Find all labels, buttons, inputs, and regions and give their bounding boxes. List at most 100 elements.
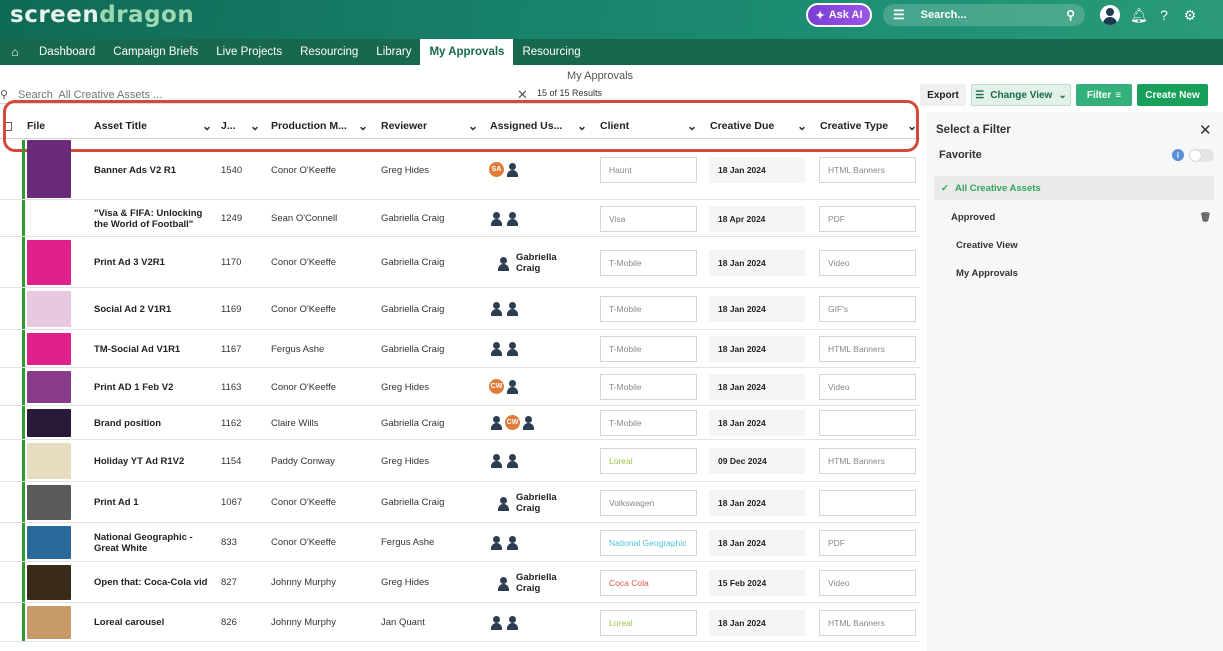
asset-title[interactable]: Print Ad 1 (94, 482, 212, 523)
asset-thumbnail[interactable] (27, 203, 71, 234)
help-icon[interactable]: ? (1156, 7, 1172, 23)
creative-type-field[interactable]: Video (819, 570, 916, 596)
creative-due-field[interactable]: 18 Jan 2024 (709, 157, 805, 183)
table-row[interactable]: Holiday YT Ad R1V2 1154 Paddy Conway Greg H… (0, 440, 920, 482)
creative-type-field[interactable]: PDF (819, 206, 916, 232)
creative-type-field[interactable]: HTML Banners (819, 157, 916, 183)
table-row[interactable]: "Visa & FIFA: Unlocking the World of Foo… (0, 200, 920, 237)
asset-search-input[interactable] (18, 88, 498, 101)
assigned-users[interactable]: Gabriella Craig (496, 492, 576, 514)
client-field[interactable]: Visa (600, 206, 697, 232)
table-row[interactable]: Print AD 1 Feb V2 1163 Conor O'Keeffe Greg … (0, 368, 920, 406)
filter-item-my-approvals[interactable]: My Approvals (934, 261, 1214, 285)
nav-item-library[interactable]: Library (367, 39, 420, 65)
asset-thumbnail[interactable] (27, 443, 71, 479)
table-row[interactable]: Print Ad 1 1067 Conor O'Keeffe Gabriella Cr… (0, 482, 920, 523)
assigned-users[interactable]: CW (489, 415, 536, 430)
assigned-users[interactable]: CW (489, 379, 520, 394)
table-row[interactable]: Social Ad 2 V1R1 1169 Conor O'Keeffe Gabrie… (0, 288, 920, 330)
app-logo[interactable]: screendragon (10, 2, 194, 28)
creative-type-field[interactable]: Video (819, 250, 916, 276)
table-row[interactable]: Open that: Coca-Cola vid 827 Johnny Murphy… (0, 562, 920, 603)
filter-button[interactable]: Filter ≡ (1076, 84, 1132, 106)
assigned-users[interactable] (489, 301, 520, 316)
asset-thumbnail[interactable] (27, 526, 71, 559)
asset-title[interactable]: Print Ad 3 V2R1 (94, 237, 212, 288)
creative-type-field[interactable]: PDF (819, 530, 916, 556)
creative-type-field[interactable] (819, 490, 916, 516)
gear-icon[interactable]: ⚙ (1182, 7, 1198, 24)
asset-thumbnail[interactable] (27, 240, 71, 285)
table-row[interactable]: National Geographic - Great White 833 Cono… (0, 523, 920, 562)
client-field[interactable]: Loreal (600, 448, 697, 474)
asset-title[interactable]: "Visa & FIFA: Unlocking the World of Foo… (94, 200, 212, 237)
home-icon[interactable]: ⌂ (0, 39, 30, 65)
client-field[interactable]: T-Mobile (600, 336, 697, 362)
client-field[interactable]: T-Mobile (600, 410, 697, 436)
asset-thumbnail[interactable] (27, 140, 71, 198)
asset-title[interactable]: Banner Ads V2 R1 (94, 140, 212, 200)
creative-type-field[interactable]: Video (819, 374, 916, 400)
nav-item-live-projects[interactable]: Live Projects (207, 39, 291, 65)
menu-icon[interactable]: ☰ (893, 7, 905, 23)
asset-thumbnail[interactable] (27, 409, 71, 437)
assigned-users[interactable] (489, 211, 520, 226)
ask-ai-button[interactable]: ✦ Ask AI (806, 3, 872, 27)
filter-item-creative-view[interactable]: Creative View (934, 233, 1214, 257)
global-search[interactable]: ☰ Search... ⚲ (883, 4, 1085, 26)
table-row[interactable]: Banner Ads V2 R1 1540 Conor O'Keeffe Greg H… (0, 140, 920, 200)
export-button[interactable]: Export (920, 84, 966, 106)
asset-title[interactable]: TM-Social Ad V1R1 (94, 330, 212, 368)
client-field[interactable]: Haunt (600, 157, 697, 183)
client-field[interactable]: Loreal (600, 610, 697, 636)
assigned-users[interactable] (489, 341, 520, 356)
assigned-users[interactable]: Gabriella Craig (496, 252, 576, 274)
close-icon[interactable]: ✕ (1199, 121, 1212, 139)
change-view-button[interactable]: ☰ Change View ⌄ (971, 84, 1071, 106)
asset-title[interactable]: Print AD 1 Feb V2 (94, 368, 212, 406)
assigned-users[interactable]: SA (489, 162, 520, 177)
nav-item-resourcing-2[interactable]: Resourcing (513, 39, 589, 65)
creative-due-field[interactable]: 18 Jan 2024 (709, 530, 805, 556)
creative-due-field[interactable]: 18 Jan 2024 (709, 610, 805, 636)
asset-title[interactable]: National Geographic - Great White (94, 523, 212, 562)
asset-title[interactable]: Open that: Coca-Cola vid (94, 562, 212, 603)
favorite-toggle[interactable] (1189, 149, 1214, 162)
assigned-users[interactable]: Gabriella Craig (496, 572, 576, 594)
assigned-users[interactable] (489, 615, 520, 630)
nav-item-dashboard[interactable]: Dashboard (30, 39, 104, 65)
trash-icon[interactable]: 🗑︎ (1200, 212, 1211, 223)
info-icon[interactable]: i (1172, 149, 1184, 161)
creative-due-field[interactable]: 18 Jan 2024 (709, 296, 805, 322)
user-avatar-icon[interactable] (1100, 5, 1120, 25)
asset-thumbnail[interactable] (27, 565, 71, 600)
client-field[interactable]: Coca Cola (600, 570, 697, 596)
creative-due-field[interactable]: 18 Apr 2024 (709, 206, 805, 232)
assigned-users[interactable] (489, 535, 520, 550)
creative-due-field[interactable]: 18 Jan 2024 (709, 374, 805, 400)
creative-due-field[interactable]: 18 Jan 2024 (709, 250, 805, 276)
table-row[interactable]: Print Ad 3 V2R1 1170 Conor O'Keeffe Gabriel… (0, 237, 920, 288)
creative-due-field[interactable]: 18 Jan 2024 (709, 490, 805, 516)
create-new-button[interactable]: Create New (1137, 84, 1208, 106)
asset-thumbnail[interactable] (27, 485, 71, 520)
client-field[interactable]: T-Mobile (600, 296, 697, 322)
creative-due-field[interactable]: 18 Jan 2024 (709, 410, 805, 436)
creative-due-field[interactable]: 15 Feb 2024 (709, 570, 805, 596)
client-field[interactable]: Volkswagen (600, 490, 697, 516)
creative-type-field[interactable]: HTML Banners (819, 336, 916, 362)
nav-item-campaign-briefs[interactable]: Campaign Briefs (104, 39, 207, 65)
table-row[interactable]: TM-Social Ad V1R1 1167 Fergus Ashe Gabriell… (0, 330, 920, 368)
filter-item-all-creative-assets[interactable]: ✓ All Creative Assets (934, 176, 1214, 200)
nav-item-my-approvals[interactable]: My Approvals (420, 39, 514, 65)
creative-due-field[interactable]: 18 Jan 2024 (709, 336, 805, 362)
creative-type-field[interactable]: GIF's (819, 296, 916, 322)
asset-title[interactable]: Brand position (94, 406, 212, 440)
asset-thumbnail[interactable] (27, 333, 71, 365)
filter-item-approved[interactable]: Approved 🗑︎ (934, 205, 1214, 229)
bell-icon[interactable]: 🔔︎ (1130, 7, 1148, 24)
creative-type-field[interactable] (819, 410, 916, 436)
client-field[interactable]: T-Mobile (600, 374, 697, 400)
asset-title[interactable]: Holiday YT Ad R1V2 (94, 440, 212, 482)
asset-title[interactable]: Social Ad 2 V1R1 (94, 288, 212, 330)
